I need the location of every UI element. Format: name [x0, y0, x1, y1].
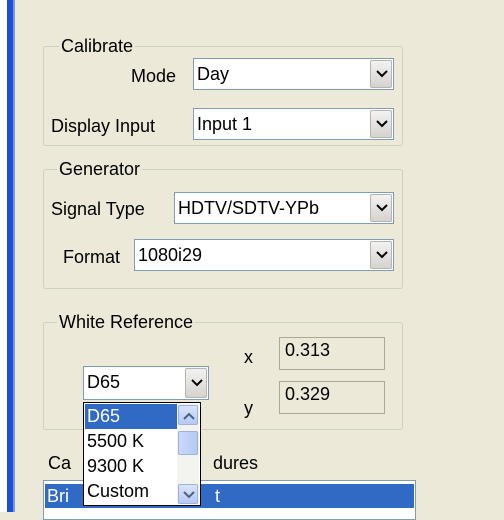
scroll-thumb[interactable]	[178, 431, 198, 455]
chevron-down-icon	[376, 70, 388, 78]
dropdown-option-9300k[interactable]: 9300 K	[85, 454, 177, 479]
display-input-label: Display Input	[51, 116, 156, 136]
chevron-down-icon	[376, 251, 388, 259]
y-value-box: 0.329	[279, 381, 385, 414]
format-dropdown-button[interactable]	[370, 241, 392, 269]
generator-legend: Generator	[57, 159, 143, 179]
generator-group	[43, 169, 403, 289]
chevron-down-icon	[376, 120, 388, 128]
scroll-up-button[interactable]	[178, 405, 198, 425]
white-reference-dropdown-button[interactable]	[185, 368, 207, 398]
format-label: Format	[63, 247, 121, 267]
white-reference-legend: White Reference	[57, 312, 196, 332]
procedures-selected-right: t	[215, 486, 221, 506]
format-value: 1080i29	[138, 245, 203, 265]
white-reference-select[interactable]: D65	[83, 366, 209, 400]
chevron-down-icon	[376, 204, 388, 212]
signal-type-dropdown-button[interactable]	[370, 194, 392, 222]
calibrate-legend: Calibrate	[59, 36, 136, 56]
chevron-down-icon	[191, 379, 203, 387]
display-input-value: Input 1	[197, 114, 253, 134]
procedures-selected-left: Bri	[47, 486, 69, 506]
dropdown-option-5500k[interactable]: 5500 K	[85, 429, 177, 454]
chevron-down-icon	[183, 491, 195, 499]
format-select[interactable]: 1080i29	[134, 239, 394, 271]
mode-dropdown-button[interactable]	[370, 60, 392, 88]
mode-select[interactable]: Day	[193, 58, 394, 90]
window-accent-strip-inner	[13, 0, 15, 512]
signal-type-select[interactable]: HDTV/SDTV-YPb	[174, 192, 394, 224]
mode-value: Day	[197, 64, 230, 84]
display-input-dropdown-button[interactable]	[370, 110, 392, 138]
dropdown-option-custom[interactable]: Custom	[85, 479, 177, 504]
dropdown-scrollbar[interactable]	[177, 404, 199, 504]
dropdown-option-d65[interactable]: D65	[85, 404, 177, 429]
display-input-select[interactable]: Input 1	[193, 108, 394, 140]
x-label: x	[244, 347, 253, 367]
y-value: 0.329	[285, 384, 331, 404]
y-label: y	[244, 398, 253, 418]
x-value-box: 0.313	[279, 337, 385, 370]
signal-type-value: HDTV/SDTV-YPb	[178, 198, 320, 218]
procedures-label-left: Ca	[48, 453, 72, 473]
procedures-label-right: dures	[213, 453, 259, 473]
scroll-down-button[interactable]	[178, 484, 198, 504]
mode-label: Mode	[131, 66, 177, 86]
white-reference-value: D65	[87, 372, 121, 392]
signal-type-label: Signal Type	[51, 199, 145, 219]
chevron-up-icon	[183, 412, 195, 420]
white-reference-dropdown-list[interactable]: D65 5500 K 9300 K Custom	[83, 402, 201, 506]
x-value: 0.313	[285, 340, 331, 360]
